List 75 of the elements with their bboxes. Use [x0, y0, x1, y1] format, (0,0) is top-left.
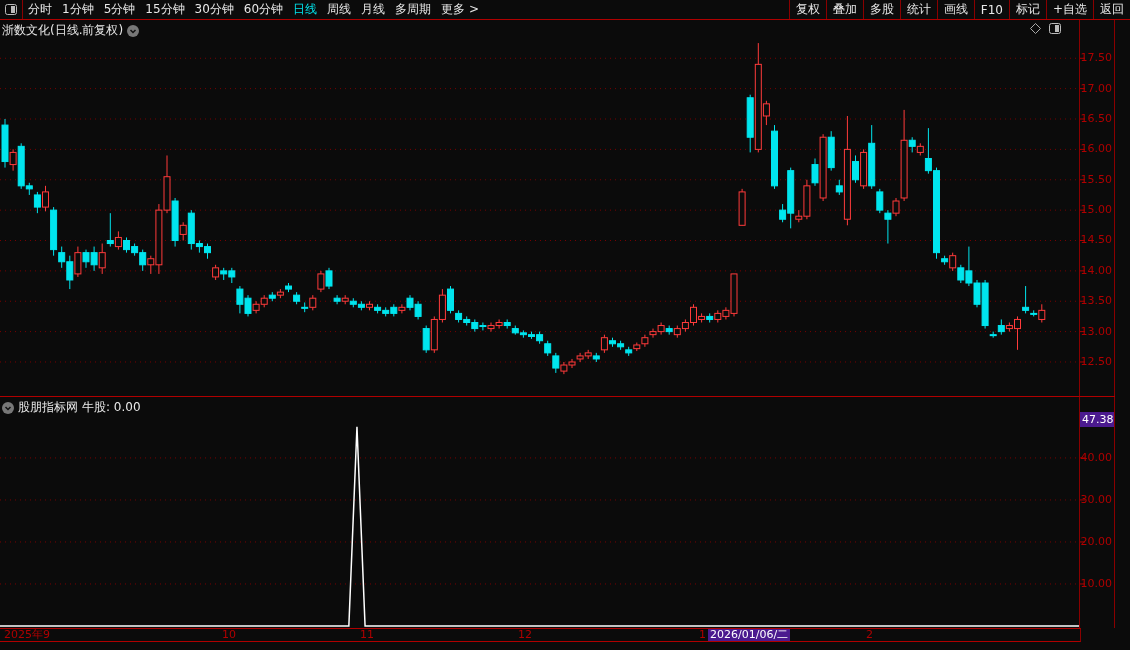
price-axis-label: 13.50: [1080, 294, 1112, 309]
period-tab[interactable]: 月线: [356, 0, 391, 19]
panel-icon[interactable]: [1049, 23, 1061, 34]
toolbar-button[interactable]: 返回: [1093, 0, 1130, 19]
price-axis-label: 14.00: [1080, 263, 1112, 278]
price-axis-label: 16.00: [1080, 142, 1112, 157]
candlestick: [179, 221, 187, 241]
period-tab[interactable]: 5分钟: [98, 0, 141, 19]
candlestick: [949, 252, 957, 272]
candlestick: [9, 148, 17, 172]
time-axis-label: 12: [518, 629, 532, 640]
toolbar-button[interactable]: 标记: [1008, 0, 1046, 19]
candlestick: [876, 188, 884, 214]
toolbar-button[interactable]: +自选: [1045, 0, 1093, 19]
candlestick: [552, 352, 560, 374]
cursor-date-label: 2026/01/06/二: [708, 629, 791, 641]
candlestick: [325, 267, 333, 290]
toolbar-button[interactable]: F10: [973, 0, 1009, 19]
candlestick: [33, 191, 41, 214]
candlestick: [317, 270, 325, 293]
indicator-axis-label: 30.00: [1080, 492, 1112, 507]
price-axis-label: 15.50: [1080, 172, 1112, 187]
toolbar-button[interactable]: 统计: [899, 0, 937, 19]
candlestick: [884, 209, 892, 245]
toolbar-button[interactable]: 叠加: [825, 0, 863, 19]
panel-toggle-icon[interactable]: [5, 4, 17, 15]
candlestick: [852, 154, 859, 184]
time-axis-label: 1: [699, 629, 706, 640]
toolbar-button[interactable]: 画线: [936, 0, 974, 19]
chevron-down-icon[interactable]: [2, 401, 14, 414]
period-tab[interactable]: 60分钟: [238, 0, 289, 19]
period-tab[interactable]: 1分钟: [57, 0, 99, 19]
period-tab[interactable]: 多周期: [390, 0, 437, 19]
indicator-reading: 牛股: 0.00: [82, 399, 141, 416]
indicator-axis-label: 10.00: [1080, 576, 1112, 591]
indicator-name: 股朋指标网: [18, 399, 78, 416]
diamond-icon[interactable]: [1030, 23, 1041, 34]
toolbar-button[interactable]: 多股: [862, 0, 900, 19]
time-axis-label: 11: [360, 629, 374, 640]
time-axis-label: 2025年9: [4, 629, 50, 640]
candlestick: [98, 243, 106, 275]
period-tab[interactable]: 周线: [322, 0, 357, 19]
candlestick: [106, 212, 114, 248]
candlestick: [42, 185, 49, 212]
time-axis-label: 2: [866, 629, 873, 640]
current-value-tag: 47.38: [1080, 412, 1114, 427]
toolbar-button[interactable]: 复权: [788, 0, 826, 19]
price-axis-label: 16.50: [1080, 112, 1112, 126]
candlestick: [811, 157, 819, 187]
chevron-down-icon[interactable]: [127, 24, 140, 37]
candlestick: [74, 246, 82, 278]
price-axis-label: 17.00: [1080, 81, 1112, 96]
period-tab[interactable]: 30分钟: [189, 0, 239, 19]
period-tab[interactable]: 日线: [288, 0, 323, 19]
chart-title: 浙数文化(日线.前复权): [2, 22, 124, 39]
price-axis-label: 13.00: [1080, 324, 1112, 339]
candlestick: [114, 230, 122, 251]
candlestick: [398, 303, 406, 314]
period-tab[interactable]: 15分钟: [140, 0, 190, 19]
candlestick: [600, 334, 608, 354]
price-axis-label: 17.50: [1080, 51, 1112, 66]
candlestick: [422, 325, 430, 354]
time-axis-label: 10: [222, 629, 236, 640]
candlestick: [333, 294, 341, 305]
period-tab[interactable]: 分时: [23, 0, 57, 19]
candlestick: [1022, 285, 1030, 314]
indicator-axis-label: 20.00: [1080, 534, 1112, 549]
indicator-axis-label: 40.00: [1080, 450, 1112, 465]
candlestick: [447, 285, 454, 314]
more-tab[interactable]: 更多 >: [436, 0, 484, 19]
candlestick: [1038, 303, 1046, 323]
price-axis-label: 15.00: [1080, 203, 1112, 218]
price-axis-label: 14.50: [1080, 233, 1112, 248]
price-axis-label: 12.50: [1080, 354, 1112, 369]
candlestick: [892, 197, 900, 217]
